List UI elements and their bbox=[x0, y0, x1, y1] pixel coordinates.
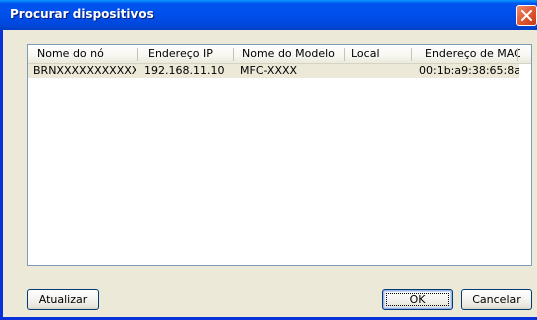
list-header: Nome do nó Endereço IP Nome do Modelo Lo… bbox=[28, 45, 531, 64]
ok-button[interactable]: OK bbox=[382, 289, 453, 310]
cell-location bbox=[349, 64, 409, 78]
column-header-model-name[interactable]: Nome do Modelo bbox=[242, 45, 342, 63]
cell-mac-address: 00:1b:a9:38:65:8a bbox=[419, 64, 519, 77]
cell-node-name: BRNXXXXXXXXXXXX bbox=[33, 64, 136, 77]
column-separator bbox=[517, 48, 518, 61]
column-header-mac-address[interactable]: Endereço de MAC bbox=[425, 45, 520, 63]
close-button[interactable] bbox=[516, 5, 537, 26]
cancel-button[interactable]: Cancelar bbox=[461, 289, 532, 310]
close-icon bbox=[521, 10, 532, 21]
column-separator bbox=[344, 48, 345, 61]
window-title: Procurar dispositivos bbox=[10, 7, 154, 21]
device-list[interactable]: Nome do nó Endereço IP Nome do Modelo Lo… bbox=[27, 44, 532, 266]
refresh-button[interactable]: Atualizar bbox=[27, 289, 99, 310]
column-header-node-name[interactable]: Nome do nó bbox=[37, 45, 127, 63]
cell-model-name: MFC-XXXX bbox=[240, 64, 298, 77]
column-separator bbox=[411, 48, 412, 61]
column-separator bbox=[233, 48, 234, 61]
focus-indicator bbox=[386, 293, 449, 306]
column-header-location[interactable]: Local bbox=[351, 45, 406, 63]
title-bar[interactable]: Procurar dispositivos bbox=[0, 0, 537, 30]
column-separator bbox=[137, 48, 138, 61]
dialog-window: Procurar dispositivos Nome do nó Endereç… bbox=[0, 0, 537, 320]
cell-ip-address: 192.168.11.10 bbox=[144, 64, 225, 77]
column-header-ip-address[interactable]: Endereço IP bbox=[148, 45, 228, 63]
table-row[interactable]: BRNXXXXXXXXXXXX 192.168.11.10 MFC-XXXX 0… bbox=[28, 64, 519, 78]
